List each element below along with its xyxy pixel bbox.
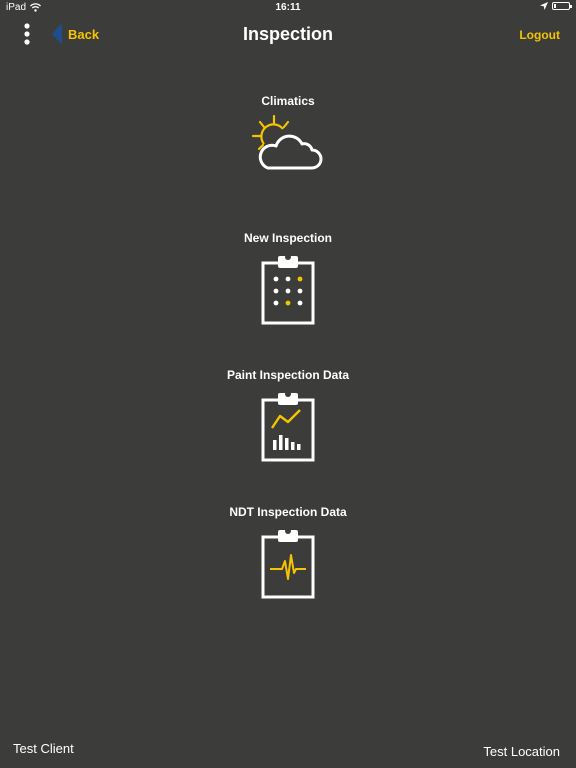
status-time: 16:11 bbox=[275, 2, 301, 13]
location-arrow-icon bbox=[540, 2, 548, 10]
clipboard-pulse-icon bbox=[261, 528, 315, 599]
tile-new-inspection[interactable]: New Inspection bbox=[188, 231, 388, 327]
status-bar: iPad 16:11 bbox=[0, 0, 576, 16]
inspection-screen: iPad 16:11 Back Inspection Logout Climat… bbox=[0, 0, 576, 768]
nav-bar: Back Inspection Logout bbox=[0, 16, 576, 56]
battery-icon bbox=[552, 2, 572, 10]
tile-label-paint-inspection-data: Paint Inspection Data bbox=[226, 368, 350, 382]
tile-label-new-inspection: New Inspection bbox=[243, 231, 332, 245]
clipboard-dots-icon bbox=[261, 254, 315, 325]
clipboard-chart-icon bbox=[261, 391, 315, 462]
tile-label-climatics: Climatics bbox=[261, 94, 315, 108]
tile-ndt-inspection-data[interactable]: NDT Inspection Data bbox=[188, 505, 388, 601]
tile-paint-inspection-data[interactable]: Paint Inspection Data bbox=[188, 368, 388, 464]
status-right bbox=[540, 2, 572, 10]
sun-cloud-icon bbox=[251, 114, 323, 170]
client-name: Test Client bbox=[13, 741, 74, 756]
page-title: Inspection bbox=[242, 24, 333, 44]
tile-label-ndt-inspection-data: NDT Inspection Data bbox=[229, 505, 347, 519]
location-name: Test Location bbox=[483, 744, 560, 759]
tile-climatics[interactable]: Climatics bbox=[188, 94, 388, 176]
logout-button[interactable]: Logout bbox=[519, 28, 560, 42]
